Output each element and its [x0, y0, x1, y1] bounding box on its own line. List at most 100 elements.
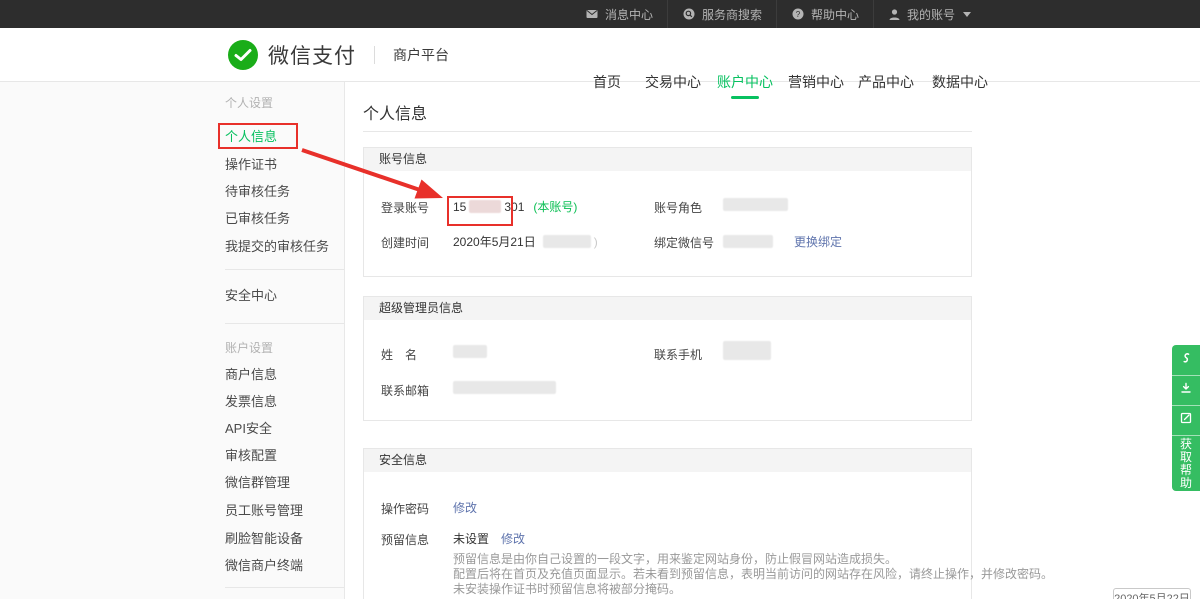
download-icon	[1179, 381, 1193, 400]
redacted-created-time	[543, 235, 591, 248]
floating-help-toolbar: 获 取 帮 助	[1172, 345, 1200, 491]
account-role-value	[723, 198, 788, 211]
operation-password-label: 操作密码	[381, 500, 429, 517]
account-role-label: 账号角色	[654, 199, 702, 216]
sidebar-item-api-security[interactable]: API安全	[225, 421, 272, 437]
security-info-section: 安全信息 操作密码 修改 预留信息 未设置 修改 预留信息是由你自己设置的一段文…	[363, 448, 972, 599]
account-info-header: 账号信息	[364, 148, 971, 171]
account-info-section: 账号信息 登录账号 15 301 (本账号) 账号角色 创建时间 2020年5月2…	[363, 147, 972, 277]
contact-phone-value	[723, 341, 771, 360]
login-account-value: 15 301 (本账号)	[453, 198, 577, 215]
svg-text:?: ?	[796, 10, 801, 19]
nav-data-center[interactable]: 数据中心	[932, 56, 988, 109]
sidebar-item-my-submitted-tasks[interactable]: 我提交的审核任务	[225, 239, 329, 255]
name-label: 姓 名	[381, 346, 417, 363]
login-number-prefix: 15	[453, 200, 466, 214]
search-icon	[682, 7, 696, 21]
nav-marketing-center[interactable]: 营销中心	[788, 56, 844, 109]
date-tooltip: 2020年5月22日	[1113, 588, 1191, 599]
my-account-menu[interactable]: 我的账号	[873, 0, 985, 28]
sidebar-item-operation-certificate[interactable]: 操作证书	[225, 157, 277, 173]
nav-active-underline	[731, 96, 759, 99]
top-utility-bar: 消息中心 服务商搜索 ? 帮助中心 我的账号	[0, 0, 1200, 28]
contact-email-value	[453, 381, 556, 394]
sidebar-item-merchant-info[interactable]: 商户信息	[225, 367, 277, 383]
login-number-suffix: 301	[504, 200, 524, 214]
rebind-link[interactable]: 更换绑定	[794, 233, 842, 250]
sidebar-item-review-config[interactable]: 审核配置	[225, 448, 277, 464]
help-center-link[interactable]: ? 帮助中心	[776, 0, 873, 28]
description-line: 未安装操作证书时预留信息将被部分掩码。	[453, 582, 1053, 597]
sidebar-item-invoice-info[interactable]: 发票信息	[225, 394, 277, 410]
sidebar-divider	[225, 323, 344, 324]
sidebar-item-wechat-group-mgmt[interactable]: 微信群管理	[225, 475, 290, 491]
message-center-label: 消息中心	[605, 6, 653, 23]
redacted-phone	[723, 341, 771, 360]
link-icon	[1179, 351, 1193, 370]
reserved-modify-link[interactable]: 修改	[501, 530, 525, 547]
user-icon	[888, 8, 901, 21]
sidebar-item-pending-review-tasks[interactable]: 待审核任务	[225, 184, 290, 200]
created-date: 2020年5月21日	[453, 233, 536, 250]
merchant-platform-page: 消息中心 服务商搜索 ? 帮助中心 我的账号	[0, 0, 1200, 599]
created-paren: )	[594, 235, 598, 249]
created-time-label: 创建时间	[381, 234, 429, 251]
get-help-button[interactable]: 获 取 帮 助	[1172, 435, 1200, 491]
feedback-button[interactable]	[1172, 405, 1200, 435]
password-modify-link[interactable]: 修改	[453, 499, 477, 516]
redacted-login-middle	[469, 200, 501, 213]
message-center-link[interactable]: 消息中心	[571, 0, 667, 28]
sidebar-group-personal-settings: 个人设置	[225, 95, 273, 111]
sidebar-item-security-center[interactable]: 安全中心	[225, 288, 277, 304]
help-center-label: 帮助中心	[811, 6, 859, 23]
nav-transaction-center[interactable]: 交易中心	[645, 56, 701, 109]
description-line: 配置后将在首页及充值页面显示。若未看到预留信息，表明当前访问的网站存在风险，请终…	[453, 567, 1053, 582]
page-title: 个人信息	[363, 100, 427, 124]
reserved-info-description: 预留信息是由你自己设置的一段文字，用来鉴定网站身份，防止假冒网站造成损失。 配置…	[453, 552, 1053, 597]
reserved-info-label: 预留信息	[381, 531, 429, 548]
nav-home[interactable]: 首页	[593, 56, 621, 109]
bound-wechat-value: 更换绑定	[723, 233, 842, 250]
sidebar-divider	[225, 269, 344, 270]
bound-wechat-label: 绑定微信号	[654, 234, 714, 251]
sidebar-item-wechat-merchant-terminal[interactable]: 微信商户终端	[225, 558, 303, 574]
sidebar: 个人设置 个人信息 操作证书 待审核任务 已审核任务 我提交的审核任务 安全中心…	[0, 82, 345, 599]
nav-product-center[interactable]: 产品中心	[858, 56, 914, 109]
created-time-value: 2020年5月21日)	[453, 233, 598, 250]
name-value	[453, 345, 487, 358]
current-account-tag: (本账号)	[533, 198, 577, 215]
get-help-char: 帮	[1180, 464, 1192, 477]
redacted-role	[723, 198, 788, 211]
nav-account-center[interactable]: 账户中心	[717, 56, 773, 109]
reserved-info-value: 未设置 修改	[453, 530, 525, 547]
quick-link-button[interactable]	[1172, 345, 1200, 375]
provider-search-link[interactable]: 服务商搜索	[667, 0, 776, 28]
sidebar-group-account-settings: 账户设置	[225, 340, 273, 356]
security-info-header: 安全信息	[364, 449, 971, 472]
download-button[interactable]	[1172, 375, 1200, 405]
edit-icon	[1179, 411, 1193, 430]
title-divider	[363, 131, 972, 132]
contact-phone-label: 联系手机	[654, 346, 702, 363]
operation-password-value: 修改	[453, 499, 477, 516]
provider-search-label: 服务商搜索	[702, 6, 762, 23]
get-help-char: 取	[1180, 451, 1192, 464]
sidebar-divider	[225, 587, 344, 588]
reserved-status: 未设置	[453, 530, 489, 547]
my-account-label: 我的账号	[907, 6, 955, 23]
redacted-name	[453, 345, 487, 358]
super-admin-header: 超级管理员信息	[364, 297, 971, 320]
redacted-wechat-id	[723, 235, 773, 248]
contact-email-label: 联系邮箱	[381, 382, 429, 399]
login-account-label: 登录账号	[381, 199, 429, 216]
redacted-email	[453, 381, 556, 394]
top-utility-items: 消息中心 服务商搜索 ? 帮助中心 我的账号	[571, 0, 985, 28]
description-line: 预留信息是由你自己设置的一段文字，用来鉴定网站身份，防止假冒网站造成损失。	[453, 552, 1053, 567]
sidebar-item-personal-info[interactable]: 个人信息	[225, 129, 277, 145]
sidebar-item-face-smart-device[interactable]: 刷脸智能设备	[225, 531, 303, 547]
sidebar-item-reviewed-tasks[interactable]: 已审核任务	[225, 211, 290, 227]
super-admin-section: 超级管理员信息 姓 名 联系手机 联系邮箱	[363, 296, 972, 421]
caret-down-icon	[963, 12, 971, 17]
sidebar-item-staff-account-mgmt[interactable]: 员工账号管理	[225, 503, 303, 519]
help-icon: ?	[791, 7, 805, 21]
